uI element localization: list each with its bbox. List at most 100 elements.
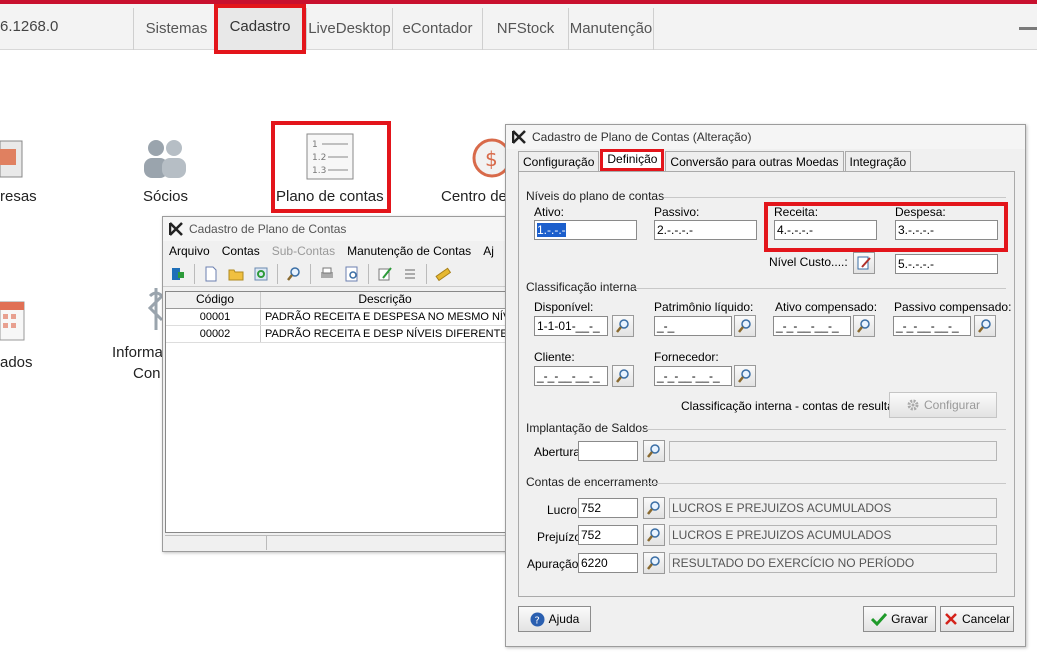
ativo-compensado-search-icon[interactable] xyxy=(853,315,875,337)
abertura-search-icon[interactable] xyxy=(643,440,665,462)
toolbar-separator xyxy=(194,263,195,284)
prejuizo-search-icon[interactable] xyxy=(643,524,665,546)
feriados-label[interactable]: ados xyxy=(0,354,33,371)
column-header-descricao[interactable]: Descrição xyxy=(261,292,506,308)
socios-icon[interactable] xyxy=(140,136,190,180)
new-document-icon[interactable] xyxy=(200,263,222,285)
print-icon[interactable] xyxy=(316,263,338,285)
lucro-search-icon[interactable] xyxy=(643,497,665,519)
centro-label[interactable]: Centro de xyxy=(441,188,507,205)
exit-icon[interactable] xyxy=(167,263,189,285)
list-window-menubar: Arquivo Contas Sub-Contas Manutenção de … xyxy=(163,241,509,261)
passivo-compensado-search-icon[interactable] xyxy=(974,315,996,337)
list-window-toolbar xyxy=(163,261,509,287)
version-label: 6.1268.0 xyxy=(0,18,59,35)
edit-list-icon[interactable] xyxy=(374,263,396,285)
app-logo-icon xyxy=(512,130,526,144)
informacoes-label-2[interactable]: Con xyxy=(133,365,161,382)
fornecedor-search-icon[interactable] xyxy=(734,365,756,387)
nivel-custo-edit-icon[interactable] xyxy=(853,252,875,274)
help-icon: ? xyxy=(530,612,545,626)
dialog-tabs: Configuração Definição Conversão para ou… xyxy=(518,149,912,171)
tab-cadastro[interactable]: Cadastro xyxy=(214,4,306,54)
tab-conversao-moedas[interactable]: Conversão para outras Moedas xyxy=(665,151,844,171)
tab-sistemas[interactable]: Sistemas xyxy=(133,8,219,50)
group-divider xyxy=(633,288,1006,289)
svg-text:?: ? xyxy=(534,615,539,626)
toolbar-separator xyxy=(426,263,427,284)
cell-codigo: 00002 xyxy=(166,326,261,342)
app-logo-icon xyxy=(169,222,183,236)
configurar-button[interactable]: Configurar xyxy=(889,392,997,418)
status-bar xyxy=(165,535,507,550)
despesa-field[interactable]: 3.-.-.-.- xyxy=(895,220,998,240)
tab-integracao[interactable]: Integração xyxy=(844,151,912,171)
plano-de-contas-icon[interactable]: 1 1.2 1.3 xyxy=(306,133,356,181)
ajuda-button[interactable]: ? Ajuda xyxy=(518,606,591,632)
toolbar-separator xyxy=(277,263,278,284)
socios-label[interactable]: Sócios xyxy=(143,188,188,205)
tab-livedesktop[interactable]: LiveDesktop xyxy=(306,8,392,50)
nivel-custo-field[interactable]: 5.-.-.-.- xyxy=(895,254,998,274)
print-preview-icon[interactable] xyxy=(341,263,363,285)
informacoes-label[interactable]: Informa xyxy=(112,344,163,361)
lucro-field[interactable]: 752 xyxy=(578,498,638,518)
search-icon[interactable] xyxy=(283,263,305,285)
tab-definicao[interactable]: Definição xyxy=(600,149,665,171)
apuracao-label: Apuração xyxy=(527,557,579,571)
passivo-compensado-field[interactable]: _-_-__-__-_ xyxy=(893,316,971,336)
empresas-icon[interactable] xyxy=(0,135,24,179)
menu-ajuda[interactable]: Aj xyxy=(483,244,494,258)
disponivel-search-icon[interactable] xyxy=(612,315,634,337)
menu-sub-contas[interactable]: Sub-Contas xyxy=(272,244,335,258)
gear-icon xyxy=(907,399,919,411)
list-icon[interactable] xyxy=(399,263,421,285)
passivo-field[interactable]: 2.-.-.-.- xyxy=(654,220,757,240)
centro-icon[interactable]: $ xyxy=(470,136,512,180)
cliente-field[interactable]: _-_-__-__-_ xyxy=(534,366,608,386)
list-window-titlebar[interactable]: Cadastro de Plano de Contas xyxy=(163,217,509,241)
prejuizo-description: LUCROS E PREJUIZOS ACUMULADOS xyxy=(669,525,997,545)
menu-contas[interactable]: Contas xyxy=(222,244,260,258)
apuracao-field[interactable]: 6220 xyxy=(578,553,638,573)
menu-arquivo[interactable]: Arquivo xyxy=(169,244,210,258)
ativo-field[interactable]: 1.-.-.- xyxy=(534,220,637,240)
prejuizo-field[interactable]: 752 xyxy=(578,525,638,545)
refresh-icon[interactable] xyxy=(250,263,272,285)
minimize-dash-icon[interactable] xyxy=(1019,27,1037,30)
ativo-compensado-field[interactable]: _-_-__-__-_ xyxy=(773,316,851,336)
tab-econtador[interactable]: eContador xyxy=(392,8,482,50)
cell-descricao: PADRÃO RECEITA E DESPESA NO MESMO NÍV xyxy=(261,309,506,325)
ruler-icon[interactable] xyxy=(432,263,454,285)
cancelar-button[interactable]: Cancelar xyxy=(940,606,1014,632)
passivo-label: Passivo: xyxy=(654,205,700,219)
patrimonio-field[interactable]: _-_ xyxy=(654,316,732,336)
tab-manutencao[interactable]: Manutenção xyxy=(568,8,654,50)
disponivel-field[interactable]: 1-1-01-__-_ xyxy=(534,316,608,336)
menu-manutencao-contas[interactable]: Manutenção de Contas xyxy=(347,244,471,258)
table-row[interactable]: 00001 PADRÃO RECEITA E DESPESA NO MESMO … xyxy=(166,309,506,326)
fornecedor-field[interactable]: _-_-__-__-_ xyxy=(654,366,732,386)
apuracao-search-icon[interactable] xyxy=(643,552,665,574)
gravar-button[interactable]: Gravar xyxy=(863,606,936,632)
screen: 6.1268.0 Sistemas Cadastro LiveDesktop e… xyxy=(0,0,1037,657)
patrimonio-search-icon[interactable] xyxy=(734,315,756,337)
empresas-label[interactable]: resas xyxy=(0,188,37,205)
top-menubar: 6.1268.0 Sistemas Cadastro LiveDesktop e… xyxy=(0,0,1037,54)
nivel-custo-label: Nível Custo....: xyxy=(769,255,848,269)
status-panel xyxy=(165,536,267,550)
receita-field[interactable]: 4.-.-.-.- xyxy=(774,220,877,240)
dialog-titlebar[interactable]: Cadastro de Plano de Contas (Alteração) xyxy=(506,125,1025,149)
receita-label: Receita: xyxy=(774,205,819,219)
tab-nfstock[interactable]: NFStock xyxy=(482,8,568,50)
column-header-codigo[interactable]: Código xyxy=(166,292,261,308)
plano-de-contas-label[interactable]: Plano de contas xyxy=(276,188,384,205)
feriados-icon[interactable] xyxy=(0,298,26,342)
tab-configuracao[interactable]: Configuração xyxy=(518,151,600,171)
open-folder-icon[interactable] xyxy=(225,263,247,285)
abertura-field[interactable] xyxy=(578,441,638,461)
svg-text:$: $ xyxy=(485,147,498,171)
cliente-search-icon[interactable] xyxy=(612,365,634,387)
table-row[interactable]: 00002 PADRÃO RECEITA E DESP NÍVEIS DIFER… xyxy=(166,326,506,343)
svg-text:1.3: 1.3 xyxy=(312,166,326,176)
